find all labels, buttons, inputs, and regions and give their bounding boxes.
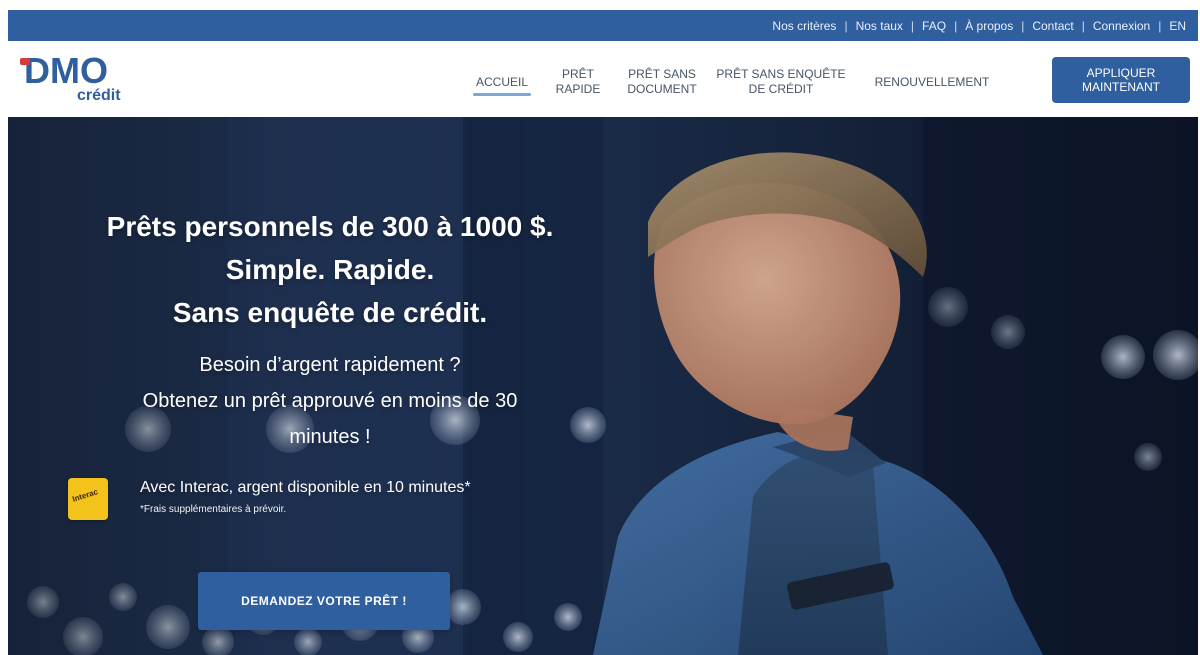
top-nav-language-en[interactable]: EN [1169,19,1186,33]
interac-fees-note: *Frais supplémentaires à prévoir. [140,504,287,515]
request-loan-button-label: DEMANDEZ VOTRE PRÊT ! [241,594,407,608]
top-nav-a-propos[interactable]: À propos [965,19,1013,33]
nav-accueil[interactable]: ACCUEIL [473,74,531,96]
nav-pret-sans-enquete-de-credit-label: PRÊT SANS ENQUÊTE DE CRÉDIT [716,67,846,96]
request-loan-button[interactable]: DEMANDEZ VOTRE PRÊT ! [198,572,450,630]
nav-pret-rapide-label: PRÊT RAPIDE [555,67,601,96]
hero-headline-line-2: Simple. Rapide. [225,254,435,285]
nav-renouvellement[interactable]: RENOUVELLEMENT [869,75,995,90]
logo-subtitle: crédit [77,87,121,104]
hero-subheadline: Besoin d’argent rapidement ? Obtenez un … [30,347,630,455]
nav-pret-rapide[interactable]: PRÊT RAPIDE [547,67,609,97]
top-nav-separator: | [844,18,848,33]
site-header: DMO crédit ACCUEIL PRÊT RAPIDE PRÊT SANS… [8,41,1198,117]
hero-headline: Prêts personnels de 300 à 1000 $. Simple… [30,205,630,334]
interac-info: Interac Avec Interac, argent disponible … [68,478,588,538]
main-nav: ACCUEIL PRÊT RAPIDE PRÊT SANS DOCUMENT P… [473,63,995,101]
top-nav-contact[interactable]: Contact [1032,19,1073,33]
site-logo[interactable]: DMO crédit [14,51,149,111]
top-utility-bar: Nos critères | Nos taux | FAQ | À propos… [8,10,1198,41]
top-nav-connexion[interactable]: Connexion [1093,19,1150,33]
top-nav-separator: | [954,18,958,33]
hero-subheadline-line-1: Besoin d’argent rapidement ? [199,354,461,376]
dmo-credit-logo-icon: DMO crédit [20,51,121,104]
top-nav-nos-criteres[interactable]: Nos critères [772,19,836,33]
top-nav-separator: | [1081,18,1085,33]
nav-pret-sans-enquete-de-credit[interactable]: PRÊT SANS ENQUÊTE DE CRÉDIT [711,67,851,97]
nav-pret-sans-document-label: PRÊT SANS DOCUMENT [627,67,697,96]
top-utility-nav: Nos critères | Nos taux | FAQ | À propos… [772,10,1186,41]
hero-headline-line-1: Prêts personnels de 300 à 1000 $. [106,211,554,242]
nav-renouvellement-label: RENOUVELLEMENT [874,74,990,89]
top-nav-separator: | [1021,18,1025,33]
apply-now-button[interactable]: APPLIQUER MAINTENANT [1052,57,1190,103]
top-nav-nos-taux[interactable]: Nos taux [856,19,903,33]
nav-pret-sans-document[interactable]: PRÊT SANS DOCUMENT [625,67,699,97]
interac-availability-text: Avec Interac, argent disponible en 10 mi… [140,479,471,496]
page: Nos critères | Nos taux | FAQ | À propos… [0,0,1200,655]
logo-brand: DMO [24,51,108,91]
nav-accueil-label: ACCUEIL [475,74,528,89]
hero-section: Prêts personnels de 300 à 1000 $. Simple… [8,117,1198,655]
hero-subheadline-line-2: Obtenez un prêt approuvé en moins de 30 [142,390,518,412]
hero-headline-line-3: Sans enquête de crédit. [172,297,488,328]
top-nav-separator: | [910,18,915,33]
apply-now-button-label: APPLIQUER MAINTENANT [1082,66,1160,94]
interac-logo-text: Interac [71,487,99,504]
interac-logo-icon: Interac [68,478,108,520]
hero-subheadline-line-3: minutes ! [289,426,371,448]
top-nav-faq[interactable]: FAQ [922,19,946,33]
top-nav-separator: | [1158,18,1162,33]
